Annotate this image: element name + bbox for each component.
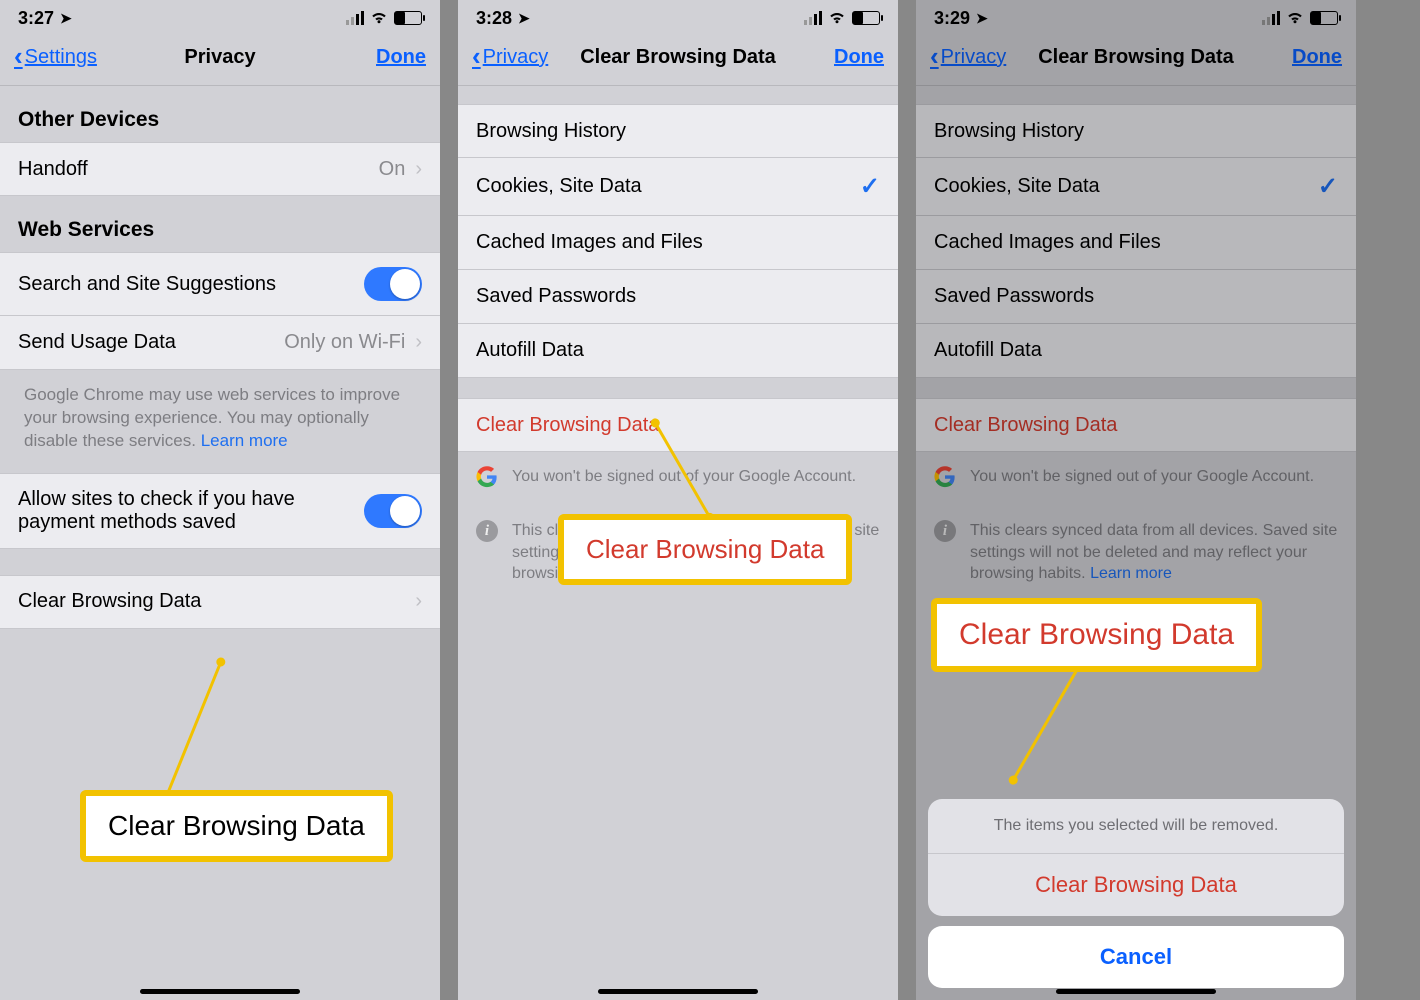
google-icon — [476, 466, 498, 488]
cell-label: Cookies, Site Data — [934, 175, 1100, 198]
cell-label: Handoff — [18, 158, 88, 181]
cell-label: Browsing History — [934, 120, 1084, 143]
cell-label: Cached Images and Files — [476, 231, 703, 254]
annotation-callout: Clear Browsing Data — [558, 514, 852, 585]
chevron-right-icon: › — [415, 590, 422, 613]
cell-cookies[interactable]: Cookies, Site Data ✓ — [458, 158, 898, 216]
annotation-callout: Clear Browsing Data — [80, 790, 393, 862]
chevron-right-icon: › — [415, 158, 422, 181]
cell-label: Browsing History — [476, 120, 626, 143]
battery-icon — [852, 11, 880, 25]
nav-bar: ‹Privacy Clear Browsing Data Done — [458, 30, 898, 86]
google-icon — [934, 466, 956, 488]
cell-cached-images[interactable]: Cached Images and Files — [458, 216, 898, 270]
signal-icon — [804, 11, 822, 25]
cell-clear-action[interactable]: Clear Browsing Data — [458, 398, 898, 452]
signal-icon — [346, 11, 364, 25]
web-services-footer: Google Chrome may use web services to im… — [0, 370, 440, 473]
cell-clear-browsing-data[interactable]: Clear Browsing Data › — [0, 575, 440, 629]
checkmark-icon: ✓ — [860, 172, 880, 201]
checkmark-icon: ✓ — [1318, 172, 1338, 201]
cell-label: Saved Passwords — [476, 285, 636, 308]
done-button[interactable]: Done — [376, 46, 426, 69]
back-label: Privacy — [483, 46, 549, 69]
section-other-devices: Other Devices — [0, 86, 440, 142]
learn-more-link[interactable]: Learn more — [201, 431, 288, 450]
cell-autofill-data[interactable]: Autofill Data — [458, 324, 898, 378]
cell-label: Cached Images and Files — [934, 231, 1161, 254]
cell-label: Cookies, Site Data — [476, 175, 642, 198]
annotation-callout: Clear Browsing Data — [931, 598, 1262, 672]
action-sheet: The items you selected will be removed. … — [928, 799, 1344, 988]
status-bar: 3:29 ➤ — [916, 0, 1356, 30]
cell-value: Only on Wi-Fi — [284, 331, 405, 354]
sheet-cancel-button[interactable]: Cancel — [928, 926, 1344, 988]
back-button[interactable]: ‹Privacy — [472, 42, 548, 73]
cell-cached-images[interactable]: Cached Images and Files — [916, 216, 1356, 270]
wifi-icon — [370, 9, 388, 27]
chevron-right-icon: › — [415, 331, 422, 354]
done-button[interactable]: Done — [834, 46, 884, 69]
home-indicator[interactable] — [1056, 989, 1216, 994]
section-web-services: Web Services — [0, 196, 440, 252]
signal-icon — [1262, 11, 1280, 25]
location-icon: ➤ — [976, 10, 988, 27]
status-time: 3:27 — [18, 8, 54, 29]
cell-label: Autofill Data — [934, 339, 1042, 362]
cell-send-usage[interactable]: Send Usage Data Only on Wi-Fi › — [0, 316, 440, 370]
back-button[interactable]: ‹Privacy — [930, 42, 1006, 73]
cell-clear-action[interactable]: Clear Browsing Data — [916, 398, 1356, 452]
nav-bar: ‹Settings Privacy Done — [0, 30, 440, 86]
nav-bar: ‹Privacy Clear Browsing Data Done — [916, 30, 1356, 86]
location-icon: ➤ — [518, 10, 530, 27]
cell-payment-methods[interactable]: Allow sites to check if you have payment… — [0, 473, 440, 549]
status-bar: 3:27 ➤ — [0, 0, 440, 30]
back-label: Privacy — [941, 46, 1007, 69]
back-button[interactable]: ‹Settings — [14, 42, 97, 73]
toggle-payment-methods[interactable] — [364, 494, 422, 528]
cell-label: Search and Site Suggestions — [18, 273, 276, 296]
learn-more-link[interactable]: Learn more — [1090, 565, 1172, 582]
cell-label: Autofill Data — [476, 339, 584, 362]
clear-action-label: Clear Browsing Data — [476, 414, 659, 437]
screen-clear-data: 3:28 ➤ ‹Privacy Clear Browsing Data Done… — [458, 0, 898, 1000]
status-time: 3:29 — [934, 8, 970, 29]
screen-confirm: 3:29 ➤ ‹Privacy Clear Browsing Data Done… — [916, 0, 1356, 1000]
home-indicator[interactable] — [140, 989, 300, 994]
cell-saved-passwords[interactable]: Saved Passwords — [458, 270, 898, 324]
info-icon: i — [934, 520, 956, 542]
cell-label: Send Usage Data — [18, 331, 176, 354]
cell-cookies[interactable]: Cookies, Site Data ✓ — [916, 158, 1356, 216]
home-indicator[interactable] — [598, 989, 758, 994]
cell-label: Clear Browsing Data — [18, 590, 201, 613]
cell-handoff[interactable]: Handoff On › — [0, 142, 440, 196]
done-button[interactable]: Done — [1292, 46, 1342, 69]
wifi-icon — [1286, 9, 1304, 27]
info-icon: i — [476, 520, 498, 542]
cell-browsing-history[interactable]: Browsing History — [916, 104, 1356, 158]
battery-icon — [1310, 11, 1338, 25]
wifi-icon — [828, 9, 846, 27]
sheet-clear-button[interactable]: Clear Browsing Data — [928, 854, 1344, 916]
cell-label: Saved Passwords — [934, 285, 1094, 308]
cell-label: Allow sites to check if you have payment… — [18, 488, 318, 534]
toggle-search-suggestions[interactable] — [364, 267, 422, 301]
screen-privacy: 3:27 ➤ ‹Settings Privacy Done Other Devi… — [0, 0, 440, 1000]
info-google-account: You won't be signed out of your Google A… — [916, 452, 1356, 506]
location-icon: ➤ — [60, 10, 72, 27]
cell-browsing-history[interactable]: Browsing History — [458, 104, 898, 158]
cell-autofill-data[interactable]: Autofill Data — [916, 324, 1356, 378]
clear-action-label: Clear Browsing Data — [934, 414, 1117, 437]
battery-icon — [394, 11, 422, 25]
info-sync: i This clears synced data from all devic… — [916, 506, 1356, 603]
back-label: Settings — [25, 46, 97, 69]
cell-saved-passwords[interactable]: Saved Passwords — [916, 270, 1356, 324]
status-bar: 3:28 ➤ — [458, 0, 898, 30]
cell-search-suggestions[interactable]: Search and Site Suggestions — [0, 252, 440, 316]
status-time: 3:28 — [476, 8, 512, 29]
sheet-message: The items you selected will be removed. — [928, 799, 1344, 854]
cell-value: On — [379, 158, 406, 181]
